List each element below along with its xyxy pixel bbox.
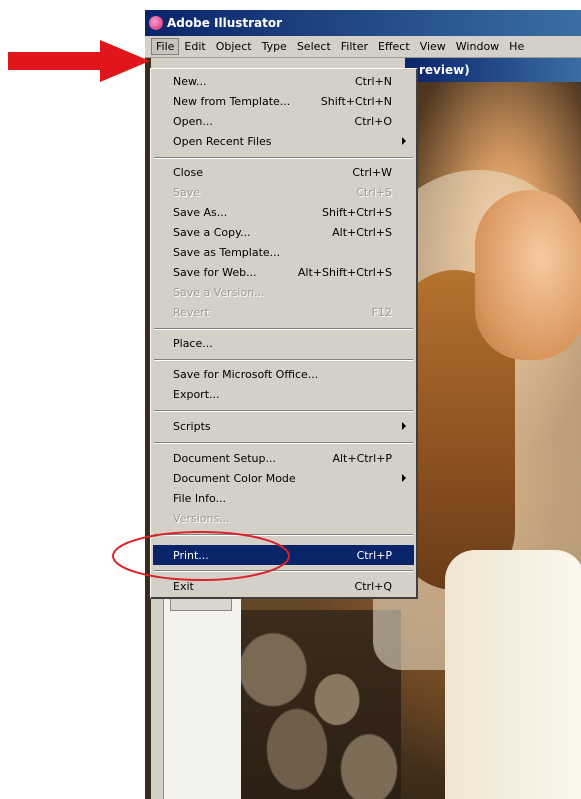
red-pointer-arrow-icon [8, 40, 150, 82]
annotation-overlay [8, 40, 290, 581]
highlight-circle-annotation [112, 531, 290, 581]
